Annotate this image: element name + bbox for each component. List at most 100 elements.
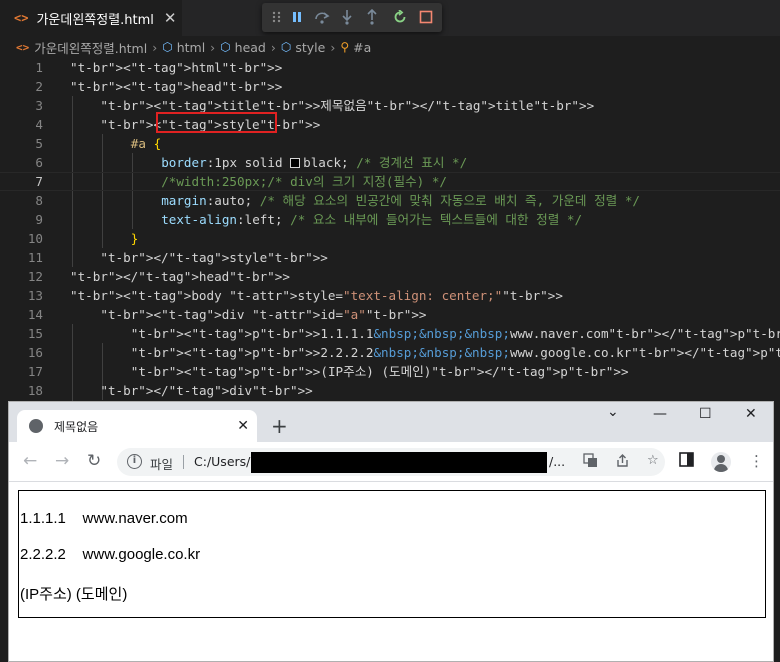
bookmark-star-icon[interactable]: ☆ — [647, 453, 659, 468]
close-window-button[interactable]: ✕ — [745, 406, 757, 422]
code-line[interactable]: 12 "t-br"></"t-tag">head"t-br">> — [0, 267, 780, 286]
code-line[interactable]: 15 "t-br"><"t-tag">p"t-br">>1.1.1.1&nbsp;… — [0, 324, 780, 343]
close-tab-icon[interactable]: ✕ — [237, 418, 249, 434]
code-line[interactable]: 14 "t-br"><"t-tag">div "t-attr">id="a""t-… — [0, 305, 780, 324]
breadcrumb-head[interactable]: head — [235, 40, 266, 55]
line-number: 18 — [27, 383, 43, 398]
page-viewport: 1.1.1.1 www.naver.com 2.2.2.2 www.google… — [9, 483, 773, 661]
step-into-icon[interactable] — [338, 8, 356, 26]
color-swatch[interactable] — [290, 158, 301, 168]
info-icon[interactable]: i — [127, 454, 142, 469]
reload-button[interactable]: ↻ — [87, 451, 101, 471]
css-selector-icon: ⚲ — [340, 40, 350, 54]
maximize-button[interactable]: ☐ — [699, 406, 712, 422]
code-text: "t-br"><"t-tag">head"t-br">> — [70, 79, 283, 94]
code-line[interactable]: 17 "t-br"><"t-tag">p"t-br">>(IP주소) (도메인)"… — [0, 362, 780, 381]
more-menu-icon[interactable]: ⋮ — [749, 452, 764, 470]
address-bar[interactable]: i 파일 C:/Users/ /... ☆ — [117, 448, 665, 476]
code-text: "t-br"><"t-tag">p"t-br">>(IP주소) (도메인)"t-… — [130, 364, 629, 379]
back-button[interactable]: ← — [23, 451, 37, 471]
debug-toolbar — [262, 3, 442, 32]
breadcrumb-style[interactable]: style — [295, 40, 325, 55]
line-number: 4 — [35, 117, 43, 132]
forward-button[interactable]: → — [55, 451, 69, 471]
browser-window: 제목없음 ✕ + ⌄ — ☐ ✕ ← → ↻ i 파일 C:/Users/ /.… — [8, 401, 774, 662]
code-line[interactable]: 16 "t-br"><"t-tag">p"t-br">>2.2.2.2&nbsp;… — [0, 343, 780, 362]
side-panel-icon[interactable] — [679, 452, 694, 471]
code-text: "t-br"></"t-tag">head"t-br">> — [70, 269, 290, 284]
code-text: } — [130, 231, 139, 246]
html-file-icon: <> — [16, 40, 30, 54]
paragraph-3: (IP주소) (도메인) — [20, 586, 128, 603]
tab-search-icon[interactable]: ⌄ — [607, 404, 619, 420]
code-line[interactable]: 13 "t-br"><"t-tag">body "t-attr">style="t… — [0, 286, 780, 305]
chevron-right-icon: › — [152, 39, 158, 55]
code-text: "t-br"></"t-tag">style"t-br">> — [100, 250, 328, 265]
code-text: #a { — [130, 136, 162, 151]
chevron-right-icon: › — [270, 39, 276, 55]
code-line[interactable]: 4 "t-br"><"t-tag">style"t-br">> — [0, 115, 780, 134]
close-tab-icon[interactable]: ✕ — [164, 9, 177, 27]
stop-icon[interactable] — [417, 8, 435, 26]
redacted-url — [251, 452, 547, 473]
code-text: text-align:left; /* 요소 내부에 들어가는 텍스트들에 대한… — [161, 212, 583, 227]
breadcrumb-file[interactable]: 가운데왼쪽정렬.html — [34, 38, 147, 57]
browser-tab-title: 제목없음 — [54, 419, 99, 434]
browser-toolbar: ← → ↻ i 파일 C:/Users/ /... ☆ ⋮ — [9, 442, 773, 482]
profile-avatar-icon[interactable] — [711, 452, 731, 472]
chevron-right-icon: › — [330, 39, 336, 55]
element-icon: ⬡ — [162, 40, 173, 54]
code-line[interactable]: 7 /*width:250px;/* div의 크기 지정(필수) */ — [0, 172, 780, 191]
editor-tab[interactable]: <> 가운데왼쪽정렬.html ✕ — [0, 0, 182, 36]
code-text: "t-br"><"t-tag">div "t-attr">id="a""t-br… — [100, 307, 427, 322]
code-line[interactable]: 6 border:1px solid black; /* 경계선 표시 */ — [0, 153, 780, 172]
code-line[interactable]: 11 "t-br"></"t-tag">style"t-br">> — [0, 248, 780, 267]
url-text-end: /... — [549, 454, 566, 469]
step-out-icon[interactable] — [363, 8, 381, 26]
code-text: "t-br"><"t-tag">body "t-attr">style="tex… — [70, 288, 563, 303]
line-number: 7 — [35, 174, 43, 189]
line-number: 12 — [27, 269, 43, 284]
code-text: "t-br"><"t-tag">html"t-br">> — [70, 60, 283, 75]
code-line[interactable]: 5 #a { — [0, 134, 780, 153]
code-line[interactable]: 8 margin:auto; /* 해당 요소의 빈공간에 맞춰 자동으로 배치 … — [0, 191, 780, 210]
html-file-icon: <> — [14, 11, 29, 25]
element-icon: ⬡ — [220, 40, 231, 54]
restart-icon[interactable] — [391, 8, 409, 26]
pause-icon[interactable] — [288, 8, 306, 26]
minimize-button[interactable]: — — [653, 406, 667, 422]
code-line[interactable]: 10} — [0, 229, 780, 248]
code-editor[interactable]: 1 "t-br"><"t-tag">html"t-br">> 2 "t-br"><"t… — [0, 58, 780, 402]
file-scheme-label: 파일 — [150, 457, 174, 472]
translate-icon[interactable] — [583, 453, 598, 472]
line-number: 1 — [35, 60, 43, 75]
code-text: /*width:250px;/* div의 크기 지정(필수) */ — [161, 174, 448, 189]
code-text: "t-br"><"t-tag">p"t-br">>1.1.1.1&nbsp;&n… — [130, 326, 780, 341]
code-line[interactable]: 1 "t-br"><"t-tag">html"t-br">> — [0, 58, 780, 77]
share-icon[interactable] — [615, 453, 630, 472]
code-line[interactable]: 3 "t-br"><"t-tag">title"t-br">>제목없음"t-br"… — [0, 96, 780, 115]
line-number: 10 — [27, 231, 43, 246]
breadcrumb-selector[interactable]: #a — [353, 40, 371, 55]
code-line[interactable]: 2 "t-br"><"t-tag">head"t-br">> — [0, 77, 780, 96]
code-line[interactable]: 18 "t-br"></"t-tag">div"t-br">> — [0, 381, 780, 400]
line-number: 8 — [35, 193, 43, 208]
browser-tab[interactable]: 제목없음 ✕ — [17, 410, 257, 442]
divider — [183, 455, 184, 469]
code-text: "t-br"><"t-tag">p"t-br">>2.2.2.2&nbsp;&n… — [130, 345, 780, 360]
paragraph-1: 1.1.1.1 www.naver.com — [20, 510, 188, 527]
code-line[interactable]: 9 text-align:left; /* 요소 내부에 들어가는 텍스트들에 대… — [0, 210, 780, 229]
code-text: border:1px solid black; /* 경계선 표시 */ — [161, 155, 468, 170]
div-a: 1.1.1.1 www.naver.com 2.2.2.2 www.google… — [18, 490, 766, 618]
line-number: 6 — [35, 155, 43, 170]
new-tab-button[interactable]: + — [271, 414, 288, 438]
line-number: 14 — [27, 307, 43, 322]
line-number: 17 — [27, 364, 43, 379]
url-text: C:/Users/ — [194, 454, 251, 469]
globe-icon — [29, 419, 43, 433]
line-number: 2 — [35, 79, 43, 94]
step-over-icon[interactable] — [313, 8, 331, 26]
breadcrumb-html[interactable]: html — [177, 40, 205, 55]
grip-icon[interactable] — [268, 8, 286, 26]
chevron-right-icon: › — [210, 39, 216, 55]
